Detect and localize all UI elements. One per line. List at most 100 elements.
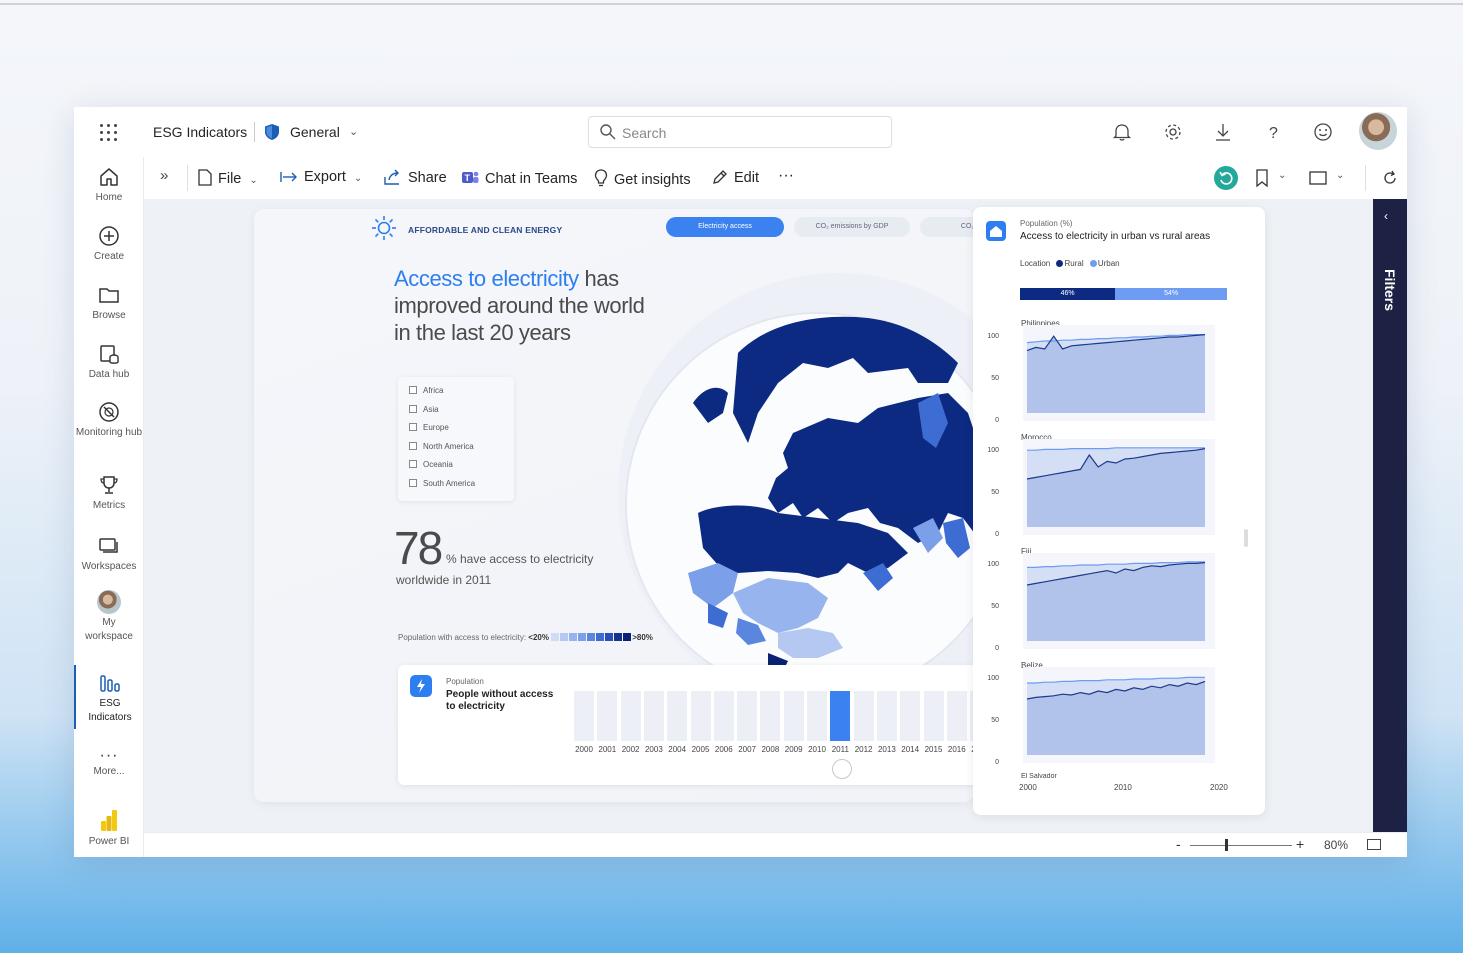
region-option[interactable]: Asia	[409, 405, 439, 414]
year-bar[interactable]	[620, 691, 641, 741]
powerbi-window: ESG Indicators General ⌄ Search ? Home C…	[74, 107, 1407, 857]
year-bar[interactable]	[737, 691, 758, 741]
zoom-in-button[interactable]: +	[1296, 836, 1304, 852]
view-chevron-icon[interactable]: ⌄	[1336, 170, 1344, 181]
country-area-chart[interactable]	[1023, 553, 1217, 651]
app-launcher-icon[interactable]	[100, 124, 118, 142]
more-options-button[interactable]: ···	[778, 167, 794, 185]
year-label: 2013	[877, 745, 896, 754]
report-title[interactable]: ESG Indicators	[153, 124, 247, 140]
year-bar[interactable]	[900, 691, 921, 741]
checkbox[interactable]	[409, 405, 417, 413]
zoom-level: 80%	[1324, 838, 1349, 852]
region-option[interactable]: North America	[409, 442, 474, 451]
country-area-chart[interactable]	[1023, 667, 1217, 765]
nav-browse[interactable]: Browse	[74, 283, 144, 323]
nav-metrics[interactable]: Metrics	[74, 473, 144, 513]
year-label: 2010	[808, 745, 826, 754]
search-placeholder: Search	[622, 125, 667, 141]
share-button[interactable]: Share	[384, 169, 447, 186]
scrollbar[interactable]	[1244, 529, 1248, 547]
lightbulb-icon	[594, 169, 608, 187]
country-area-chart[interactable]	[1023, 325, 1217, 423]
year-slider-handle[interactable]	[832, 759, 852, 779]
gear-icon[interactable]	[1162, 121, 1184, 143]
y-tick: 100	[987, 447, 999, 454]
year-bar[interactable]	[574, 691, 594, 741]
bookmark-chevron-icon[interactable]: ⌄	[1278, 170, 1286, 181]
region-option[interactable]: Oceania	[409, 460, 453, 469]
collapse-chevron-icon[interactable]: ‹	[1384, 209, 1388, 223]
checkbox[interactable]	[409, 386, 417, 394]
nav-more[interactable]: ··· More...	[74, 747, 144, 779]
nav-monitoring-hub[interactable]: Monitoring hub	[74, 400, 144, 440]
export-menu[interactable]: Export ⌄	[280, 169, 362, 185]
zoom-slider[interactable]	[1190, 845, 1292, 846]
refresh-icon[interactable]	[1381, 169, 1399, 187]
year-bar[interactable]	[713, 691, 734, 741]
file-menu[interactable]: File ⌄	[198, 169, 258, 187]
nav-my-workspace[interactable]: My workspace	[74, 590, 144, 644]
region-option[interactable]: South America	[409, 479, 475, 488]
expand-pane-icon[interactable]: »	[160, 167, 168, 184]
nav-home[interactable]: Home	[74, 165, 144, 205]
chat-in-teams-button[interactable]: T Chat in Teams	[461, 169, 577, 187]
user-avatar[interactable]	[1359, 112, 1397, 150]
checkbox[interactable]	[409, 423, 417, 431]
get-insights-button[interactable]: Get insights	[594, 169, 691, 188]
zoom-slider-thumb[interactable]	[1225, 839, 1228, 851]
report-icon	[100, 675, 120, 692]
nav-workspaces[interactable]: Workspaces	[74, 534, 144, 574]
nav-data-hub[interactable]: Data hub	[74, 342, 144, 382]
region-option[interactable]: Africa	[409, 386, 443, 395]
search-input[interactable]: Search	[588, 116, 892, 148]
sensitivity-shield-icon[interactable]	[264, 123, 280, 141]
checkbox[interactable]	[409, 442, 417, 450]
year-bar[interactable]	[830, 691, 851, 741]
filters-label: Filters	[1382, 269, 1398, 312]
year-bar[interactable]	[853, 691, 874, 741]
zoom-out-button[interactable]: -	[1176, 836, 1181, 852]
checkbox[interactable]	[409, 460, 417, 468]
tab-co2-emissions-by-gdp[interactable]: CO₂ emissions by GDP	[794, 217, 910, 237]
year-bar[interactable]	[783, 691, 804, 741]
year-bar[interactable]	[876, 691, 897, 741]
powerbi-brand[interactable]: Power BI	[74, 807, 144, 849]
y-tick: 100	[987, 675, 999, 682]
sensitivity-label[interactable]: General	[290, 124, 340, 140]
year-label: 2005	[691, 745, 710, 754]
fit-to-page-icon[interactable]	[1367, 839, 1381, 850]
trophy-icon	[100, 476, 118, 494]
year-bar[interactable]	[597, 691, 618, 741]
tab-electricity-access[interactable]: Electricity access	[666, 217, 784, 237]
year-bar[interactable]	[807, 691, 827, 741]
chevron-down-icon[interactable]: ⌄	[349, 125, 358, 138]
file-icon	[198, 169, 212, 186]
report-canvas: AFFORDABLE AND CLEAN ENERGY Electricity …	[144, 199, 1374, 832]
year-bar[interactable]	[643, 691, 664, 741]
year-bar[interactable]	[923, 691, 944, 741]
bell-icon[interactable]	[1111, 121, 1133, 143]
region-option[interactable]: Europe	[409, 423, 449, 432]
y-tick: 0	[995, 645, 999, 652]
year-bar[interactable]	[690, 691, 711, 741]
view-icon[interactable]	[1309, 171, 1327, 185]
country-area-chart[interactable]	[1023, 439, 1217, 537]
y-tick: 50	[991, 717, 999, 724]
feedback-smiley-icon[interactable]	[1312, 121, 1334, 143]
edit-button[interactable]: Edit	[712, 169, 759, 186]
help-icon[interactable]: ?	[1262, 121, 1284, 143]
year-label: 2006	[714, 745, 733, 754]
year-bar[interactable]	[946, 691, 967, 741]
year-bar[interactable]	[760, 691, 781, 741]
download-icon[interactable]	[1212, 121, 1234, 143]
bookmark-icon[interactable]	[1255, 169, 1269, 187]
y-tick: 100	[987, 333, 999, 340]
year-bar[interactable]	[667, 691, 688, 741]
checkbox[interactable]	[409, 479, 417, 487]
year-label: 2004	[668, 745, 687, 754]
nav-esg-indicators[interactable]: ESG Indicators	[74, 665, 144, 729]
filters-pane[interactable]: ‹ Filters	[1373, 199, 1407, 832]
nav-create[interactable]: Create	[74, 224, 144, 264]
reset-button[interactable]	[1214, 166, 1238, 190]
